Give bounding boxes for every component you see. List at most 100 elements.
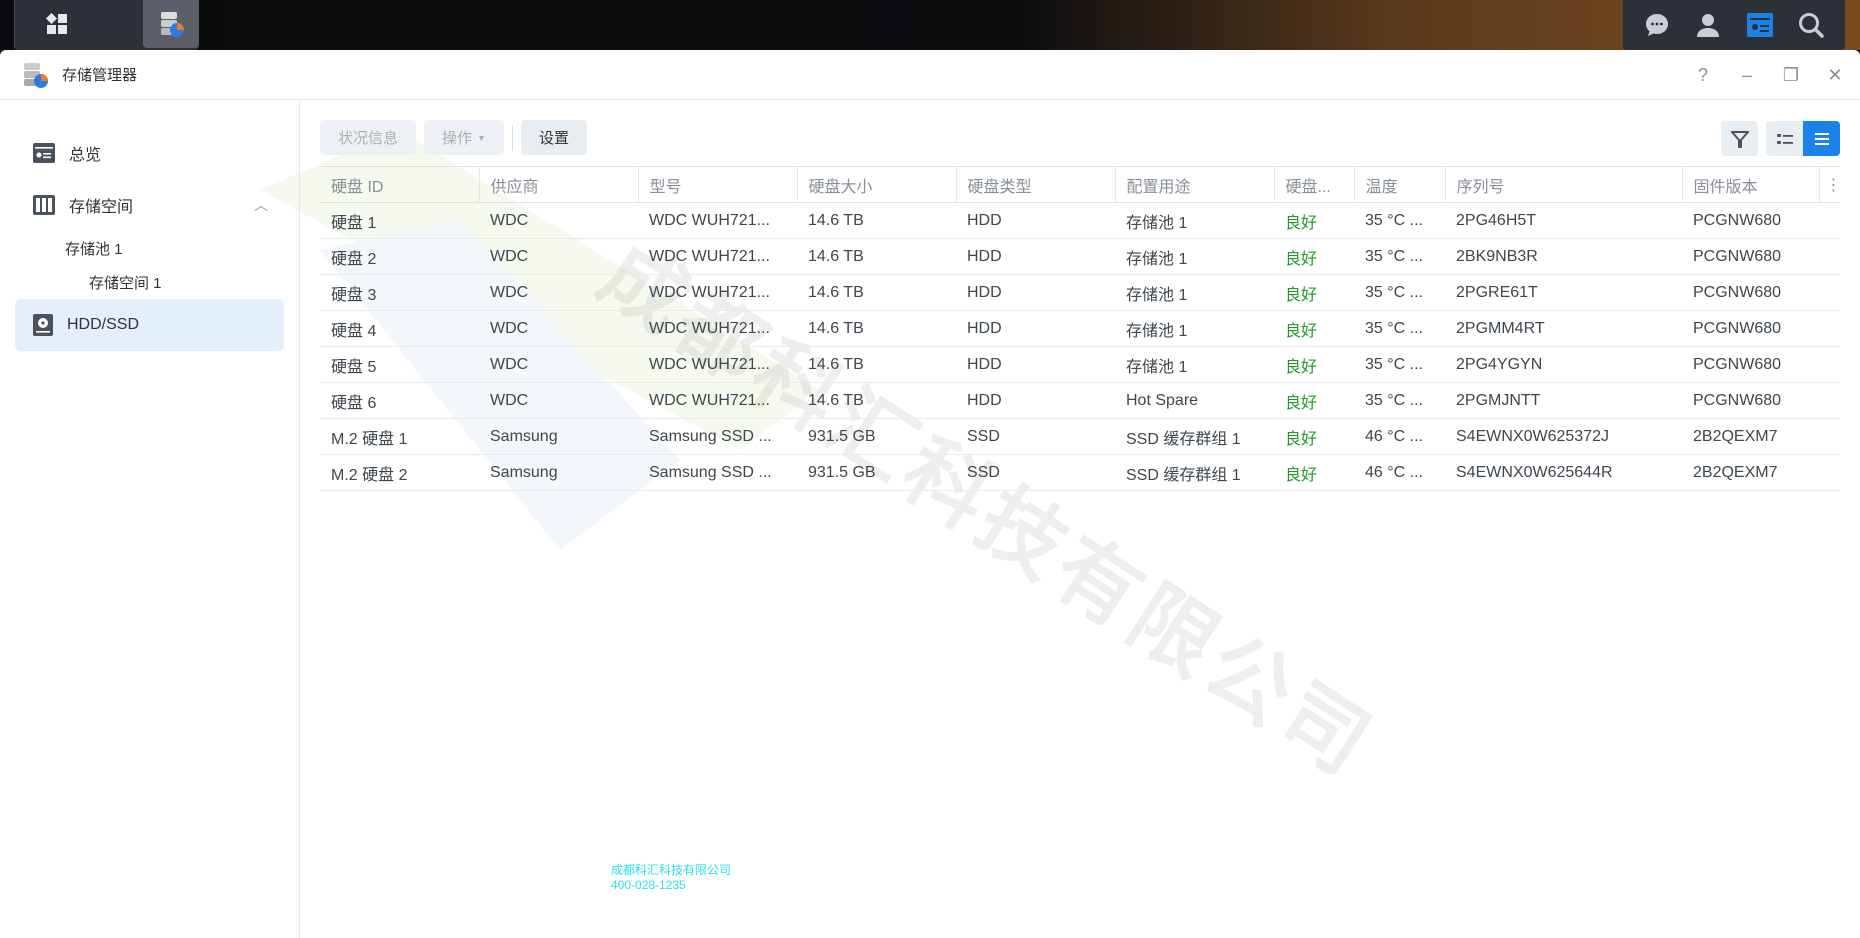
table-cell: PCGNW680 bbox=[1682, 310, 1819, 347]
status-badge: 良好 bbox=[1274, 382, 1354, 419]
table-cell: 硬盘 6 bbox=[320, 382, 479, 419]
sidebar-item-storage[interactable]: 存储空间 ︿ bbox=[15, 179, 284, 231]
table-cell-spacer bbox=[1819, 382, 1840, 419]
table-row[interactable]: 硬盘 6 WDC WDC WUH721... 14.6 TB HDD Hot Spare 良… bbox=[320, 382, 1840, 419]
table-cell-spacer bbox=[1819, 310, 1840, 347]
table-row[interactable]: 硬盘 1 WDC WDC WUH721... 14.6 TB HDD 存储池 1 良好 35 … bbox=[320, 202, 1840, 239]
toolbar: 状况信息 操作 ▼ 设置 bbox=[320, 101, 1840, 166]
help-button[interactable]: ? bbox=[1692, 65, 1714, 86]
table-cell: 硬盘 5 bbox=[320, 346, 479, 383]
restore-button[interactable]: ❐ bbox=[1780, 65, 1802, 86]
table-cell: 46 °C ... bbox=[1354, 454, 1445, 491]
sidebar-item-storage-pool-1[interactable]: 存储池 1 bbox=[15, 231, 284, 265]
status-badge: 良好 bbox=[1274, 418, 1354, 455]
table-cell: 存储池 1 bbox=[1115, 238, 1274, 275]
table-cell: M.2 硬盘 1 bbox=[320, 418, 479, 455]
settings-button[interactable]: 设置 bbox=[520, 120, 587, 155]
table-cell-spacer bbox=[1819, 274, 1840, 311]
table-row[interactable]: 硬盘 3 WDC WDC WUH721... 14.6 TB HDD 存储池 1 良好 35 … bbox=[320, 274, 1840, 311]
table-row[interactable]: M.2 硬盘 1 Samsung Samsung SSD ... 931.5 GB SS… bbox=[320, 418, 1840, 455]
list-icon bbox=[1814, 132, 1829, 145]
table-cell: SSD bbox=[956, 418, 1115, 455]
sidebar-item-hdd-ssd[interactable]: HDD/SSD bbox=[15, 299, 284, 351]
table-cell: 2PG46H5T bbox=[1445, 202, 1682, 239]
column-header[interactable]: 硬盘 ID bbox=[320, 166, 480, 203]
column-header[interactable]: 型号 bbox=[638, 166, 798, 203]
column-options-icon[interactable]: ⋮ bbox=[1819, 166, 1840, 203]
table-cell: 35 °C ... bbox=[1354, 274, 1445, 311]
storage-manager-taskbar-button[interactable] bbox=[143, 0, 199, 48]
sidebar-item-label: 存储空间 bbox=[69, 199, 134, 216]
column-header[interactable]: 硬盘类型 bbox=[956, 166, 1116, 203]
table-cell: WDC WUH721... bbox=[638, 202, 797, 239]
main-panel: 状况信息 操作 ▼ 设置 硬盘 ID 供应商 型号 硬盘大小 硬盘类型 配置用途 硬盘... 温… bbox=[320, 101, 1840, 938]
table-row[interactable]: 硬盘 2 WDC WDC WUH721... 14.6 TB HDD 存储池 1 良好 35 … bbox=[320, 238, 1840, 275]
detail-view-button[interactable] bbox=[1766, 121, 1803, 156]
filter-button[interactable] bbox=[1721, 121, 1758, 156]
list-view-button[interactable] bbox=[1803, 121, 1840, 156]
column-header[interactable]: 固件版本 bbox=[1682, 166, 1820, 203]
storage-manager-icon bbox=[161, 12, 184, 37]
table-cell: 931.5 GB bbox=[797, 454, 956, 491]
table-cell: HDD bbox=[956, 310, 1115, 347]
table-cell: WDC bbox=[479, 310, 638, 347]
table-cell: 硬盘 1 bbox=[320, 202, 479, 239]
table-cell: WDC bbox=[479, 346, 638, 383]
taskbar bbox=[0, 0, 1860, 50]
table-cell: S4EWNX0W625372J bbox=[1445, 418, 1682, 455]
sidebar-item-label: HDD/SSD bbox=[67, 316, 140, 333]
main-menu-icon bbox=[46, 13, 67, 34]
chevron-up-icon[interactable]: ︿ bbox=[254, 195, 268, 215]
filter-icon bbox=[1730, 130, 1749, 148]
table-cell: 2PGRE61T bbox=[1445, 274, 1682, 311]
status-info-button[interactable]: 状况信息 bbox=[320, 120, 417, 155]
table-cell: 14.6 TB bbox=[797, 382, 956, 419]
close-button[interactable]: ✕ bbox=[1824, 65, 1846, 86]
table-cell: 硬盘 3 bbox=[320, 274, 479, 311]
column-header[interactable]: 硬盘... bbox=[1274, 166, 1355, 203]
user-icon[interactable] bbox=[1694, 11, 1722, 39]
main-menu-button[interactable] bbox=[14, 0, 99, 48]
table-cell-spacer bbox=[1819, 454, 1840, 491]
table-cell: HDD bbox=[956, 382, 1115, 419]
table-row[interactable]: 硬盘 4 WDC WDC WUH721... 14.6 TB HDD 存储池 1 良好 35 … bbox=[320, 310, 1840, 347]
widgets-icon[interactable] bbox=[1746, 11, 1774, 39]
table-cell: 931.5 GB bbox=[797, 418, 956, 455]
contact-name: 成都科汇科技有限公司 bbox=[611, 863, 732, 877]
table-cell: HDD bbox=[956, 238, 1115, 275]
table-cell-spacer bbox=[1819, 202, 1840, 239]
table-cell: M.2 硬盘 2 bbox=[320, 454, 479, 491]
search-icon[interactable] bbox=[1797, 11, 1825, 39]
title-bar: 存储管理器 ? – ❐ ✕ bbox=[0, 50, 1860, 100]
table-cell: WDC WUH721... bbox=[638, 346, 797, 383]
column-header[interactable]: 序列号 bbox=[1445, 166, 1683, 203]
table-cell: PCGNW680 bbox=[1682, 238, 1819, 275]
table-row[interactable]: 硬盘 5 WDC WDC WUH721... 14.6 TB HDD 存储池 1 良好 35 … bbox=[320, 346, 1840, 383]
column-header[interactable]: 温度 bbox=[1354, 166, 1446, 203]
status-badge: 良好 bbox=[1274, 202, 1354, 239]
table-cell: 35 °C ... bbox=[1354, 238, 1445, 275]
overview-icon bbox=[33, 143, 55, 163]
table-cell: WDC WUH721... bbox=[638, 238, 797, 275]
column-header[interactable]: 配置用途 bbox=[1115, 166, 1275, 203]
table-cell: 2PGMM4RT bbox=[1445, 310, 1682, 347]
action-dropdown[interactable]: 操作 ▼ bbox=[424, 120, 504, 155]
column-header[interactable]: 硬盘大小 bbox=[797, 166, 957, 203]
table-cell: HDD bbox=[956, 274, 1115, 311]
sidebar-item-overview[interactable]: 总览 bbox=[15, 127, 284, 179]
table-cell: 14.6 TB bbox=[797, 310, 956, 347]
table-cell: HDD bbox=[956, 202, 1115, 239]
action-label: 操作 bbox=[442, 130, 473, 147]
taskbar-right bbox=[1623, 0, 1845, 50]
watermark-contact: 成都科汇科技有限公司 400-028-1235 bbox=[611, 863, 731, 893]
table-cell: Samsung bbox=[479, 454, 638, 491]
table-row[interactable]: M.2 硬盘 2 Samsung Samsung SSD ... 931.5 GB SS… bbox=[320, 454, 1840, 491]
sidebar-item-volume-1[interactable]: 存储空间 1 bbox=[15, 265, 284, 299]
table-cell: 2PG4YGYN bbox=[1445, 346, 1682, 383]
status-badge: 良好 bbox=[1274, 346, 1354, 383]
chat-icon[interactable] bbox=[1643, 11, 1671, 39]
table-cell: 14.6 TB bbox=[797, 202, 956, 239]
column-header[interactable]: 供应商 bbox=[479, 166, 639, 203]
table-cell: 35 °C ... bbox=[1354, 310, 1445, 347]
minimize-button[interactable]: – bbox=[1736, 65, 1758, 86]
